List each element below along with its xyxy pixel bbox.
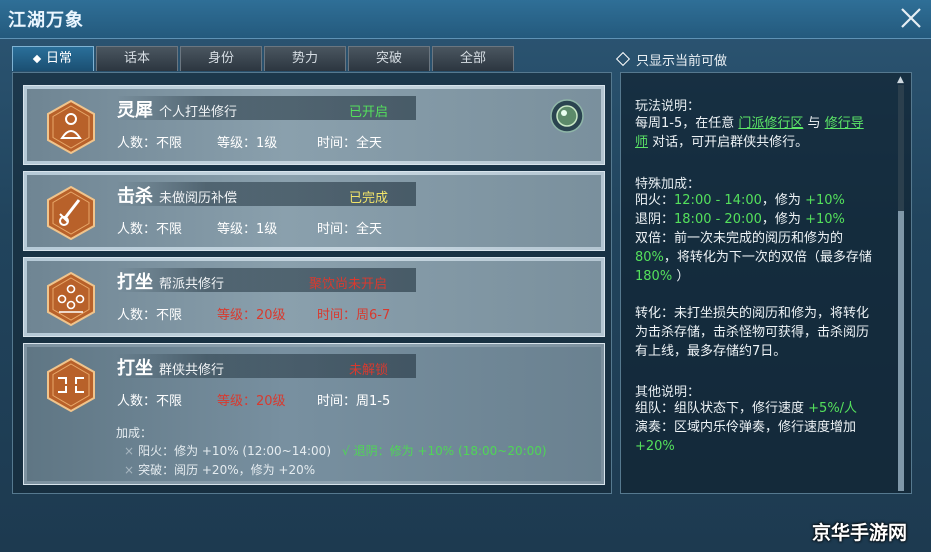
level-info: 等级：20级 <box>217 308 286 323</box>
group-meditation-icon <box>46 272 96 326</box>
cross-icon: × <box>124 463 135 477</box>
bonus-tuiyin: √ 退阴：修为 +10% (18:00~20:00) <box>342 444 547 458</box>
scrollbar-thumb[interactable] <box>898 211 904 491</box>
activity-name: 打坐 <box>117 272 153 293</box>
tab-faction[interactable]: 势力 <box>264 46 346 71</box>
check-icon: √ <box>342 444 350 458</box>
meditation-icon <box>46 100 96 154</box>
other-title: 其他说明： <box>635 385 701 400</box>
level-info: 等级：20级 <box>217 394 286 409</box>
players-info: 人数：不限 <box>117 394 183 409</box>
scroll-up-icon[interactable]: ▲ <box>897 75 905 85</box>
activity-name: 灵犀 <box>117 100 153 121</box>
conversion-text: 转化：未打坐损失的阅历和修为，将转化为击杀存储，击杀怪物可获得，击杀阅历有上线，… <box>635 306 870 359</box>
checkbox-diamond-icon[interactable] <box>615 51 631 67</box>
link-sect-area[interactable]: 门派修行区 <box>738 116 803 131</box>
tab-all[interactable]: 全部 <box>432 46 514 71</box>
sword-icon <box>46 186 96 240</box>
activity-card[interactable]: 击杀 未做阅历补偿 已完成 人数：不限 等级：1级 时间：全天 <box>23 171 605 251</box>
activity-subtitle: 未做阅历补偿 <box>159 191 238 206</box>
filter-current-only[interactable]: 只显示当前可做 <box>615 50 727 69</box>
close-button[interactable] <box>899 6 923 30</box>
activity-card[interactable]: 打坐 帮派共修行 聚饮尚未开启 人数：不限 等级：20级 时间：周6-7 <box>23 257 605 337</box>
tab-identity[interactable]: 身份 <box>180 46 262 71</box>
time-info: 时间：周6-7 <box>317 308 391 323</box>
tab-daily[interactable]: 日常 <box>12 46 94 71</box>
rules-text: 每周1-5，在任意 门派修行区 与 修行导师 对话，可开启群侠共修行。 <box>635 116 864 150</box>
team-meditation-icon <box>46 358 96 412</box>
bonus-section-title: 特殊加成： <box>635 177 701 192</box>
activity-card[interactable]: 打坐 群侠共修行 未解锁 人数：不限 等级：20级 时间：周1-5 加成： × 阳… <box>23 343 605 485</box>
activity-subtitle: 群侠共修行 <box>159 363 225 378</box>
cross-icon: × <box>124 444 135 458</box>
level-info: 等级：1级 <box>217 222 278 237</box>
time-info: 时间：全天 <box>317 222 383 237</box>
tab-story[interactable]: 话本 <box>96 46 178 71</box>
bonus-section-text: 阳火：12:00 - 14:00，修为 +10% 退阴：18:00 - 20:0… <box>635 193 872 284</box>
tab-breakthrough[interactable]: 突破 <box>348 46 430 71</box>
rules-title: 玩法说明： <box>635 99 701 114</box>
reward-orb-icon[interactable] <box>549 98 585 134</box>
scrollbar[interactable]: ▲ <box>897 75 904 491</box>
players-info: 人数：不限 <box>117 222 183 237</box>
activity-window: 江湖万象 日常 话本 身份 势力 突破 全部 只显示当前可做 灵犀 个人打坐修行… <box>0 0 931 552</box>
bonus-yanghuo: × 阳火：修为 +10% (12:00~14:00) <box>124 444 332 458</box>
window-title: 江湖万象 <box>8 10 84 31</box>
status-badge: 聚饮尚未开启 <box>309 277 388 292</box>
activity-name: 击杀 <box>117 186 153 207</box>
close-icon <box>901 8 921 28</box>
watermark: 京华手游网 <box>812 522 908 544</box>
description-panel: 玩法说明： 每周1-5，在任意 门派修行区 与 修行导师 对话，可开启群侠共修行… <box>620 72 912 494</box>
bonus-breakthrough: × 突破：阅历 +20%，修为 +20% <box>124 463 316 477</box>
activity-subtitle: 个人打坐修行 <box>159 105 238 120</box>
players-info: 人数：不限 <box>117 136 183 151</box>
status-badge: 已开启 <box>349 105 389 120</box>
bonus-title: 加成： <box>116 426 153 440</box>
players-info: 人数：不限 <box>117 308 183 323</box>
activity-list: 灵犀 个人打坐修行 已开启 人数：不限 等级：1级 时间：全天 击杀 未做阅历补… <box>12 72 612 494</box>
other-text: 组队：组队状态下，修行速度 +5%/人 演奏：区域内乐伶弹奏，修行速度增加 +20… <box>635 401 858 454</box>
time-info: 时间：周1-5 <box>317 394 391 409</box>
activity-name: 打坐 <box>117 358 153 379</box>
time-info: 时间：全天 <box>317 136 383 151</box>
status-badge: 已完成 <box>349 191 389 206</box>
activity-card[interactable]: 灵犀 个人打坐修行 已开启 人数：不限 等级：1级 时间：全天 <box>23 85 605 165</box>
activity-subtitle: 帮派共修行 <box>159 277 225 292</box>
level-info: 等级：1级 <box>217 136 278 151</box>
status-badge: 未解锁 <box>349 363 389 378</box>
title-bar: 江湖万象 <box>0 0 931 39</box>
selected-diamond-icon <box>32 54 42 63</box>
